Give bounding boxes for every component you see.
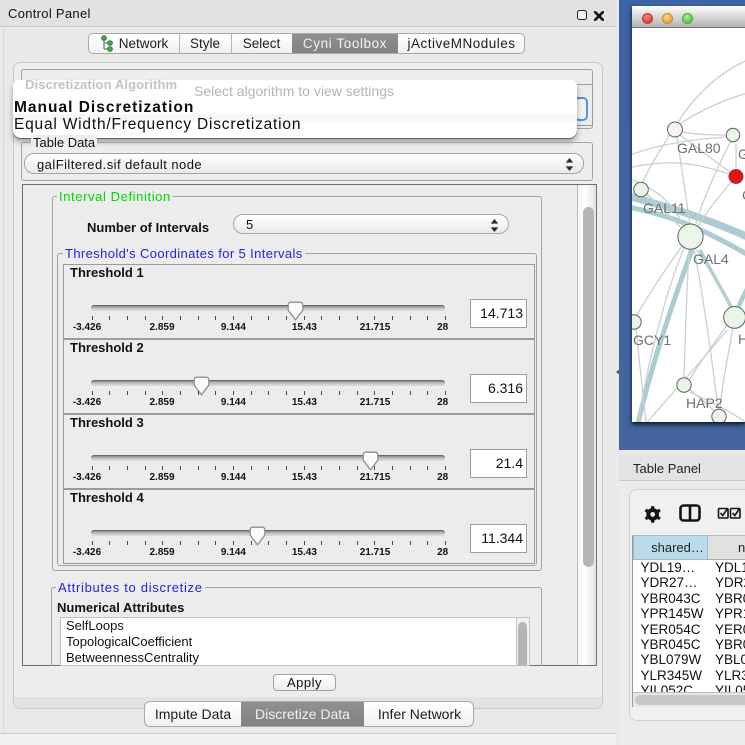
svg-text:GAL: GAL: [738, 146, 745, 162]
svg-text:GAL4: GAL4: [693, 251, 729, 267]
svg-text:HAP2: HAP2: [686, 395, 723, 411]
svg-text:GCY1: GCY1: [633, 332, 671, 348]
svg-text:GAL80: GAL80: [677, 140, 721, 156]
svg-text:H: H: [738, 331, 745, 347]
svg-text:GAL11: GAL11: [643, 200, 686, 216]
